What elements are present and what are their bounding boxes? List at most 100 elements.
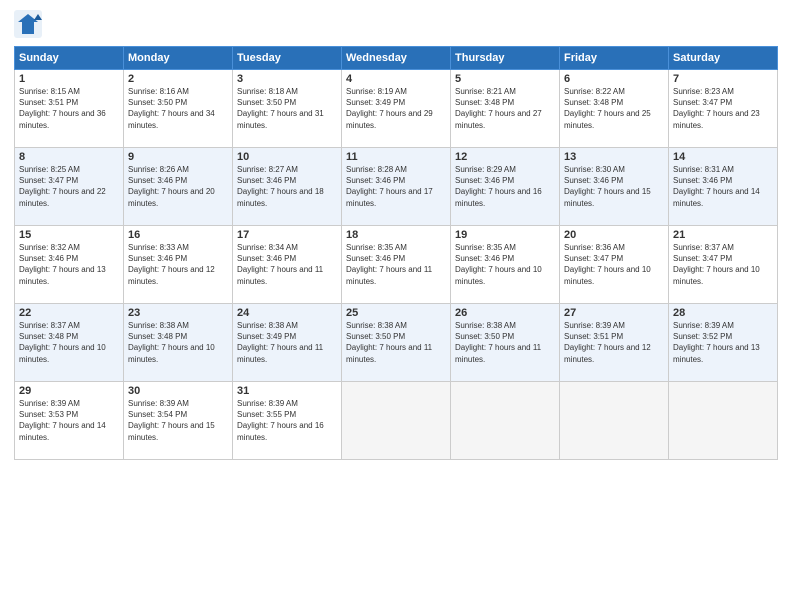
day-cell: 22Sunrise: 8:37 AMSunset: 3:48 PMDayligh… [15, 304, 124, 382]
day-info: Sunrise: 8:37 AMSunset: 3:47 PMDaylight:… [673, 243, 760, 286]
day-cell: 31 Sunrise: 8:39 AMSunset: 3:55 PMDayligh… [233, 382, 342, 460]
day-info: Sunrise: 8:30 AMSunset: 3:46 PMDaylight:… [564, 165, 651, 208]
day-cell: 2 Sunrise: 8:16 AMSunset: 3:50 PMDaylight… [124, 70, 233, 148]
day-number: 21 [673, 229, 773, 241]
header-row: SundayMondayTuesdayWednesdayThursdayFrid… [15, 47, 778, 70]
day-cell: 7Sunrise: 8:23 AMSunset: 3:47 PMDaylight… [669, 70, 778, 148]
day-info: Sunrise: 8:28 AMSunset: 3:46 PMDaylight:… [346, 165, 433, 208]
day-number: 8 [19, 151, 119, 163]
day-info: Sunrise: 8:38 AMSunset: 3:50 PMDaylight:… [455, 321, 541, 364]
day-cell: 5 Sunrise: 8:21 AMSunset: 3:48 PMDaylight… [451, 70, 560, 148]
calendar-page: SundayMondayTuesdayWednesdayThursdayFrid… [0, 0, 792, 612]
week-row-5: 29Sunrise: 8:39 AMSunset: 3:53 PMDayligh… [15, 382, 778, 460]
week-row-3: 15Sunrise: 8:32 AMSunset: 3:46 PMDayligh… [15, 226, 778, 304]
day-info: Sunrise: 8:16 AMSunset: 3:50 PMDaylight:… [128, 87, 215, 130]
logo-icon [14, 10, 42, 38]
day-cell: 20 Sunrise: 8:36 AMSunset: 3:47 PMDayligh… [560, 226, 669, 304]
day-info: Sunrise: 8:39 AMSunset: 3:54 PMDaylight:… [128, 399, 215, 442]
day-number: 3 [237, 73, 337, 85]
day-number: 9 [128, 151, 228, 163]
day-cell: 11 Sunrise: 8:28 AMSunset: 3:46 PMDayligh… [342, 148, 451, 226]
day-number: 10 [237, 151, 337, 163]
day-cell: 23 Sunrise: 8:38 AMSunset: 3:48 PMDayligh… [124, 304, 233, 382]
col-header-thursday: Thursday [451, 47, 560, 70]
day-cell: 26 Sunrise: 8:38 AMSunset: 3:50 PMDayligh… [451, 304, 560, 382]
day-number: 7 [673, 73, 773, 85]
day-info: Sunrise: 8:38 AMSunset: 3:48 PMDaylight:… [128, 321, 215, 364]
day-cell: 4Sunrise: 8:19 AMSunset: 3:49 PMDaylight… [342, 70, 451, 148]
day-info: Sunrise: 8:36 AMSunset: 3:47 PMDaylight:… [564, 243, 651, 286]
day-cell: 16Sunrise: 8:33 AMSunset: 3:46 PMDayligh… [124, 226, 233, 304]
calendar-table: SundayMondayTuesdayWednesdayThursdayFrid… [14, 46, 778, 460]
day-cell [451, 382, 560, 460]
day-info: Sunrise: 8:39 AMSunset: 3:52 PMDaylight:… [673, 321, 760, 364]
day-info: Sunrise: 8:27 AMSunset: 3:46 PMDaylight:… [237, 165, 324, 208]
day-cell: 10 Sunrise: 8:27 AMSunset: 3:46 PMDayligh… [233, 148, 342, 226]
header [14, 10, 778, 38]
day-cell [669, 382, 778, 460]
day-number: 13 [564, 151, 664, 163]
day-number: 5 [455, 73, 555, 85]
col-header-monday: Monday [124, 47, 233, 70]
day-info: Sunrise: 8:25 AMSunset: 3:47 PMDaylight:… [19, 165, 106, 208]
day-cell: 25 Sunrise: 8:38 AMSunset: 3:50 PMDayligh… [342, 304, 451, 382]
day-info: Sunrise: 8:38 AMSunset: 3:50 PMDaylight:… [346, 321, 432, 364]
day-number: 1 [19, 73, 119, 85]
col-header-sunday: Sunday [15, 47, 124, 70]
day-number: 11 [346, 151, 446, 163]
col-header-saturday: Saturday [669, 47, 778, 70]
day-cell: 14 Sunrise: 8:31 AMSunset: 3:46 PMDayligh… [669, 148, 778, 226]
day-cell: 24Sunrise: 8:38 AMSunset: 3:49 PMDayligh… [233, 304, 342, 382]
day-cell: 30 Sunrise: 8:39 AMSunset: 3:54 PMDayligh… [124, 382, 233, 460]
day-info: Sunrise: 8:19 AMSunset: 3:49 PMDaylight:… [346, 87, 433, 130]
day-number: 18 [346, 229, 446, 241]
day-info: Sunrise: 8:15 AMSunset: 3:51 PMDaylight:… [19, 87, 106, 130]
day-cell: 6Sunrise: 8:22 AMSunset: 3:48 PMDaylight… [560, 70, 669, 148]
day-cell: 15Sunrise: 8:32 AMSunset: 3:46 PMDayligh… [15, 226, 124, 304]
day-cell: 17 Sunrise: 8:34 AMSunset: 3:46 PMDayligh… [233, 226, 342, 304]
day-cell: 1 Sunrise: 8:15 AMSunset: 3:51 PMDaylight… [15, 70, 124, 148]
day-number: 19 [455, 229, 555, 241]
col-header-tuesday: Tuesday [233, 47, 342, 70]
day-number: 12 [455, 151, 555, 163]
day-number: 24 [237, 307, 337, 319]
day-info: Sunrise: 8:34 AMSunset: 3:46 PMDaylight:… [237, 243, 323, 286]
day-cell: 21 Sunrise: 8:37 AMSunset: 3:47 PMDayligh… [669, 226, 778, 304]
day-cell [560, 382, 669, 460]
day-info: Sunrise: 8:39 AMSunset: 3:55 PMDaylight:… [237, 399, 324, 442]
logo [14, 10, 46, 38]
col-header-friday: Friday [560, 47, 669, 70]
day-number: 6 [564, 73, 664, 85]
week-row-1: 1 Sunrise: 8:15 AMSunset: 3:51 PMDaylight… [15, 70, 778, 148]
day-number: 25 [346, 307, 446, 319]
day-number: 15 [19, 229, 119, 241]
day-cell: 12 Sunrise: 8:29 AMSunset: 3:46 PMDayligh… [451, 148, 560, 226]
day-number: 16 [128, 229, 228, 241]
day-number: 30 [128, 385, 228, 397]
day-cell: 3 Sunrise: 8:18 AMSunset: 3:50 PMDaylight… [233, 70, 342, 148]
day-info: Sunrise: 8:29 AMSunset: 3:46 PMDaylight:… [455, 165, 542, 208]
day-number: 22 [19, 307, 119, 319]
day-number: 31 [237, 385, 337, 397]
day-cell: 18Sunrise: 8:35 AMSunset: 3:46 PMDayligh… [342, 226, 451, 304]
day-info: Sunrise: 8:31 AMSunset: 3:46 PMDaylight:… [673, 165, 760, 208]
day-info: Sunrise: 8:18 AMSunset: 3:50 PMDaylight:… [237, 87, 324, 130]
day-cell: 27Sunrise: 8:39 AMSunset: 3:51 PMDayligh… [560, 304, 669, 382]
col-header-wednesday: Wednesday [342, 47, 451, 70]
week-row-4: 22Sunrise: 8:37 AMSunset: 3:48 PMDayligh… [15, 304, 778, 382]
day-number: 23 [128, 307, 228, 319]
day-number: 29 [19, 385, 119, 397]
day-cell [342, 382, 451, 460]
day-info: Sunrise: 8:21 AMSunset: 3:48 PMDaylight:… [455, 87, 542, 130]
day-number: 17 [237, 229, 337, 241]
day-number: 28 [673, 307, 773, 319]
day-number: 14 [673, 151, 773, 163]
day-cell: 9Sunrise: 8:26 AMSunset: 3:46 PMDaylight… [124, 148, 233, 226]
day-number: 26 [455, 307, 555, 319]
day-cell: 13 Sunrise: 8:30 AMSunset: 3:46 PMDayligh… [560, 148, 669, 226]
day-info: Sunrise: 8:39 AMSunset: 3:51 PMDaylight:… [564, 321, 651, 364]
day-info: Sunrise: 8:35 AMSunset: 3:46 PMDaylight:… [455, 243, 542, 286]
day-number: 2 [128, 73, 228, 85]
day-cell: 19 Sunrise: 8:35 AMSunset: 3:46 PMDayligh… [451, 226, 560, 304]
day-number: 20 [564, 229, 664, 241]
